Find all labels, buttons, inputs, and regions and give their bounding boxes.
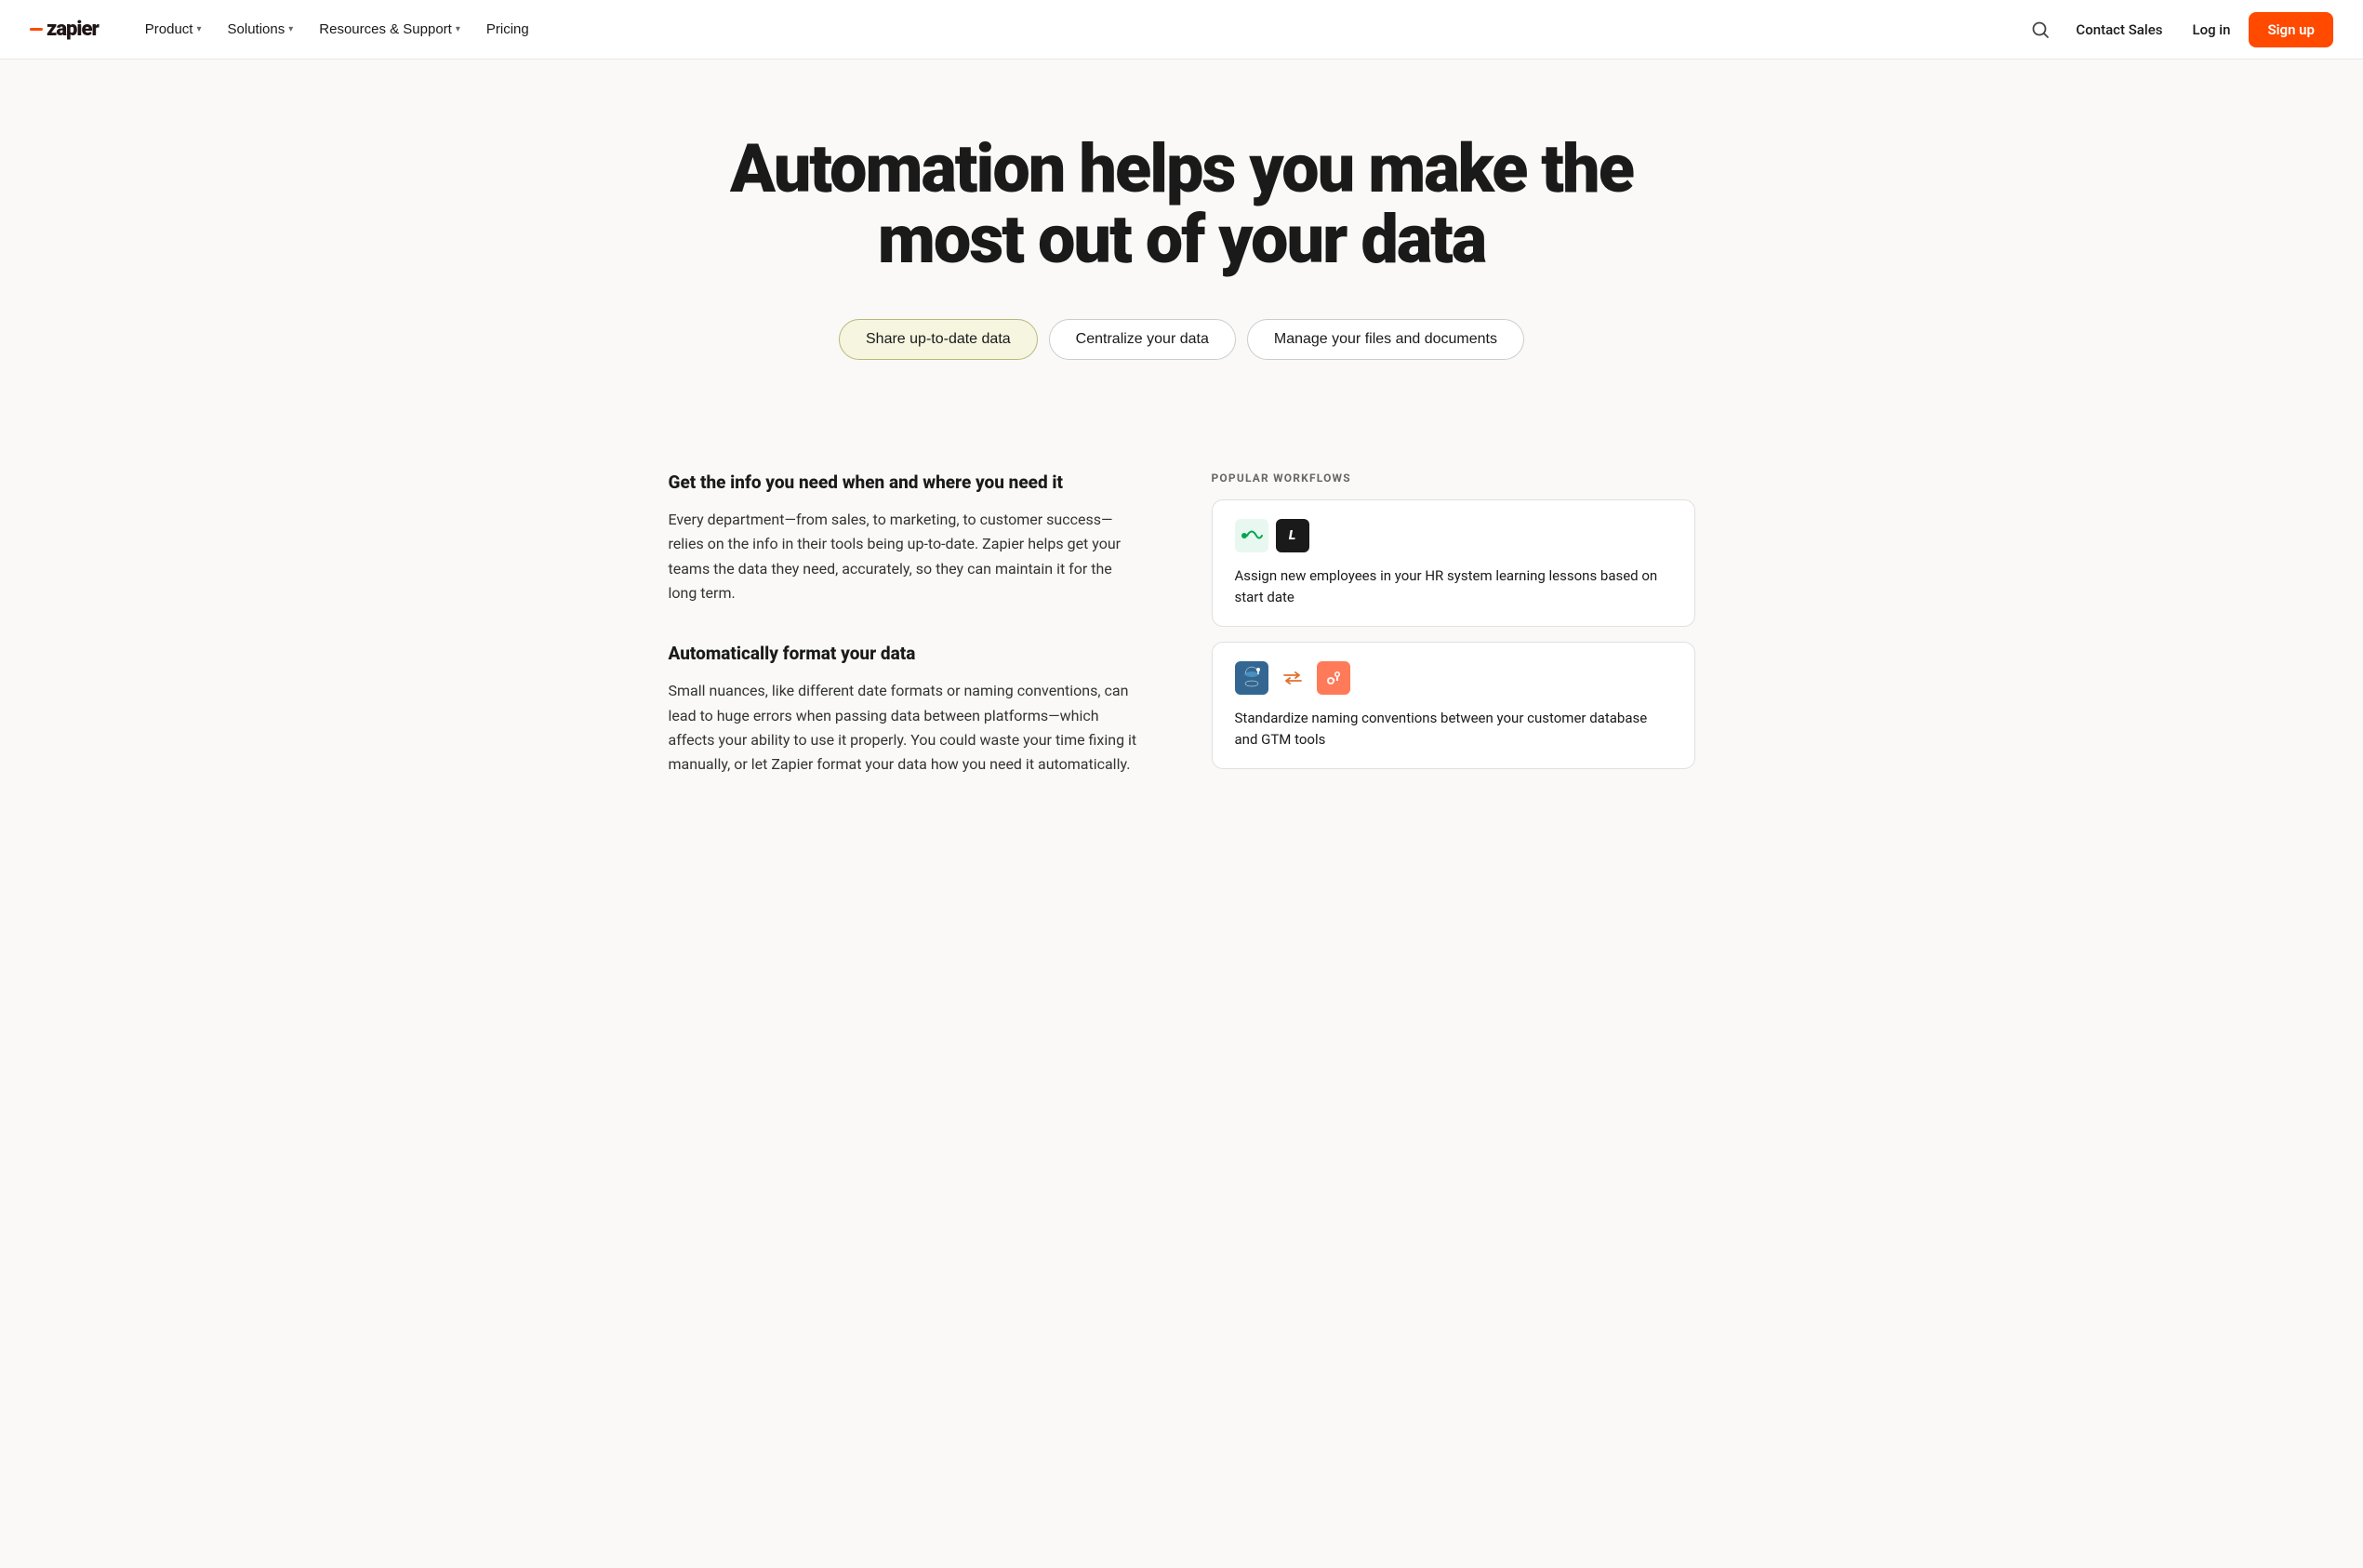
- nav-right: Contact Sales Log in Sign up: [2024, 12, 2333, 47]
- workflow-desc-1: Assign new employees in your HR system l…: [1235, 565, 1672, 607]
- arrows-svg: [1282, 671, 1303, 684]
- hubspot-svg: [1323, 668, 1344, 688]
- section-block-1: Get the info you need when and where you…: [669, 472, 1137, 605]
- bounce-icon: [1235, 519, 1268, 552]
- workflow-card-2[interactable]: Standardize naming conventions between y…: [1212, 642, 1695, 769]
- chevron-down-icon: ▾: [456, 24, 460, 34]
- nav-links: Product ▾ Solutions ▾ Resources & Suppor…: [134, 14, 2024, 45]
- logo-link[interactable]: zapier: [30, 18, 104, 41]
- tabs-row: Share up-to-date data Centralize your da…: [700, 319, 1664, 360]
- workflow-icons-2: [1235, 661, 1672, 695]
- section-body-1: Every department—from sales, to marketin…: [669, 508, 1137, 606]
- tab-centralize-data[interactable]: Centralize your data: [1049, 319, 1236, 360]
- workflow-card-1[interactable]: L Assign new employees in your HR system…: [1212, 499, 1695, 627]
- section-heading-2: Automatically format your data: [669, 643, 1137, 666]
- transfer-arrow-icon: [1276, 661, 1309, 695]
- popular-workflows-label: POPULAR WORKFLOWS: [1212, 472, 1695, 485]
- navigation: zapier Product ▾ Solutions ▾ Resources &…: [0, 0, 2363, 60]
- signup-button[interactable]: Sign up: [2249, 12, 2333, 47]
- section-body-2: Small nuances, like different date forma…: [669, 679, 1137, 777]
- main-content: Get the info you need when and where you…: [624, 416, 1740, 870]
- postgres-icon: [1235, 661, 1268, 695]
- hubspot-icon: [1317, 661, 1350, 695]
- hero-title: Automation helps you make the most out o…: [700, 134, 1664, 274]
- litmos-icon: L: [1276, 519, 1309, 552]
- tab-share-data[interactable]: Share up-to-date data: [839, 319, 1038, 360]
- section-heading-1: Get the info you need when and where you…: [669, 472, 1137, 495]
- workflow-icons-1: L: [1235, 519, 1672, 552]
- postgres-svg: [1239, 665, 1265, 691]
- bounce-svg: [1240, 524, 1264, 548]
- search-icon: [2031, 20, 2050, 39]
- nav-product[interactable]: Product ▾: [134, 14, 213, 45]
- nav-resources[interactable]: Resources & Support ▾: [308, 14, 471, 45]
- nav-pricing[interactable]: Pricing: [475, 14, 540, 45]
- chevron-down-icon: ▾: [196, 24, 201, 34]
- search-button[interactable]: [2024, 13, 2057, 47]
- logo-dash: [30, 28, 43, 31]
- nav-solutions[interactable]: Solutions ▾: [217, 14, 305, 45]
- logo-wordmark: zapier: [46, 18, 99, 41]
- login-link[interactable]: Log in: [2181, 14, 2241, 46]
- content-left: Get the info you need when and where you…: [669, 472, 1137, 815]
- contact-sales-link[interactable]: Contact Sales: [2064, 14, 2173, 46]
- hero-section: Automation helps you make the most out o…: [0, 60, 2363, 416]
- content-right: POPULAR WORKFLOWS L Assign new employees…: [1212, 472, 1695, 784]
- section-block-2: Automatically format your data Small nua…: [669, 643, 1137, 777]
- workflow-desc-2: Standardize naming conventions between y…: [1235, 708, 1672, 750]
- tab-manage-files[interactable]: Manage your files and documents: [1247, 319, 1524, 360]
- logo-icon: zapier: [30, 18, 99, 41]
- chevron-down-icon: ▾: [288, 24, 293, 34]
